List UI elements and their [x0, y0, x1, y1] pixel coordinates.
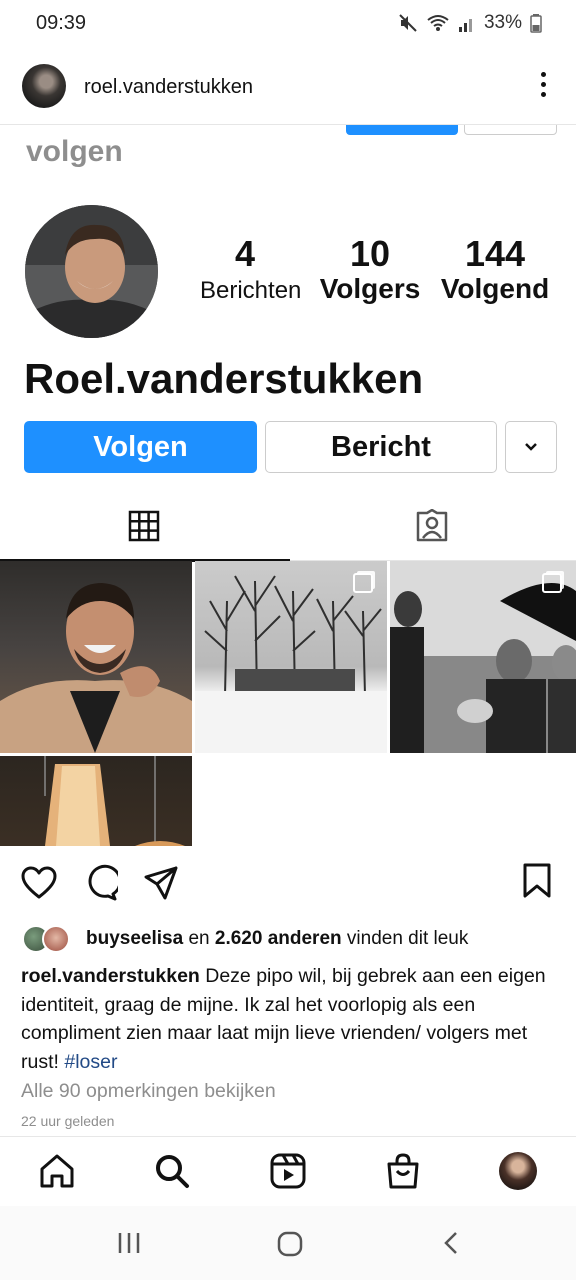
mute-icon — [399, 14, 417, 32]
status-time: 09:39 — [36, 12, 87, 34]
wifi-icon — [427, 15, 449, 31]
more-vertical-icon[interactable] — [540, 72, 548, 100]
message-button: Bericht — [265, 421, 497, 473]
stat-followers: 10 Volgers — [319, 233, 421, 304]
post-timestamp: 22 uur geleden — [21, 1113, 115, 1129]
post-image[interactable]: volgen 4 Berichten 10 Volgers 144 Volgen… — [0, 124, 576, 846]
chevron-down-icon — [505, 421, 557, 473]
bookmark-icon[interactable] — [520, 862, 554, 900]
status-icons: 33% — [398, 12, 542, 34]
reels-icon[interactable] — [268, 1151, 308, 1191]
view-comments-link[interactable]: Alle 90 opmerkingen bekijken — [21, 1080, 276, 1103]
post-username[interactable]: roel.vanderstukken — [84, 76, 253, 99]
stat-posts: 4 Berichten — [200, 233, 302, 304]
stat-following: 144 Volgend — [440, 233, 550, 304]
post-actions — [0, 858, 576, 910]
home-button-icon[interactable] — [276, 1230, 304, 1258]
cropped-button — [464, 125, 557, 135]
post-caption: roel.vanderstukken Deze pipo wil, bij ge… — [21, 962, 551, 1076]
home-icon[interactable] — [37, 1151, 77, 1191]
avatar — [499, 1152, 537, 1190]
status-bar: 09:39 33% — [0, 0, 576, 50]
grid-photo — [195, 561, 387, 753]
back-icon[interactable] — [440, 1230, 462, 1256]
profile-display-name: Roel.vanderstukken — [24, 355, 424, 402]
comment-icon[interactable] — [82, 864, 118, 902]
battery-percent: 33% — [483, 12, 522, 33]
avatar — [42, 925, 70, 953]
liker-avatars — [22, 925, 78, 953]
cropped-text: volgen — [26, 135, 123, 168]
profile-tabs — [0, 491, 576, 562]
battery-icon — [530, 14, 542, 33]
signal-icon — [458, 19, 472, 32]
system-navigation-bar — [0, 1206, 576, 1280]
multiple-photos-icon — [353, 573, 373, 593]
liker-username[interactable]: buyseelisa — [86, 928, 183, 950]
cropped-button — [346, 125, 458, 135]
follow-button: Volgen — [24, 421, 257, 473]
share-icon[interactable] — [142, 864, 180, 902]
caption-hashtag[interactable]: #loser — [64, 1051, 117, 1073]
multiple-photos-icon — [542, 573, 562, 593]
grid-photo — [390, 561, 576, 753]
grid-photo — [0, 561, 192, 753]
profile-buttons: Volgen Bericht — [24, 421, 557, 473]
shop-icon[interactable] — [383, 1151, 423, 1191]
profile-picture — [25, 205, 158, 338]
profile-grid — [0, 561, 576, 846]
likes-others[interactable]: 2.620 anderen — [215, 928, 342, 950]
search-icon[interactable] — [152, 1151, 192, 1191]
grid-photo — [0, 756, 192, 846]
heart-icon[interactable] — [20, 864, 58, 902]
grid-icon — [0, 491, 288, 561]
likes-suffix: vinden dit leuk — [346, 928, 469, 949]
avatar[interactable] — [22, 64, 66, 108]
profile-avatar[interactable] — [498, 1151, 538, 1191]
likes-summary[interactable]: buyseelisa en 2.620 anderen vinden dit l… — [22, 924, 468, 954]
post-header: roel.vanderstukken — [0, 56, 576, 118]
likes-connector: en — [188, 928, 210, 949]
bottom-navigation — [0, 1136, 576, 1206]
caption-username[interactable]: roel.vanderstukken — [21, 965, 200, 987]
recent-apps-icon[interactable] — [116, 1230, 142, 1256]
tagged-icon — [288, 491, 576, 561]
